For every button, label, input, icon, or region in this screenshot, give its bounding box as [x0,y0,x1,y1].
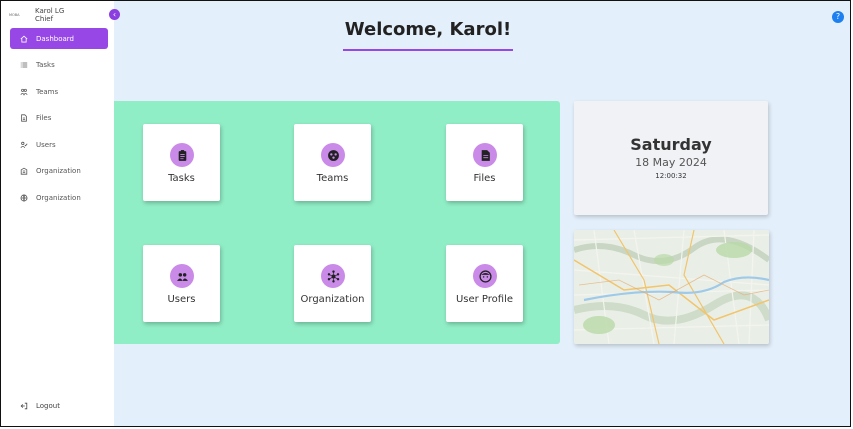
sidebar-item-dashboard[interactable]: Dashboard [10,28,108,49]
sidebar-nav: Dashboard Tasks Teams Files Users Organi… [10,28,108,214]
hub-icon [321,264,345,288]
tile-teams[interactable]: Teams [294,124,371,201]
tile-files[interactable]: Files [446,124,523,201]
user-role: Chief [35,15,54,23]
document-icon [473,143,497,167]
tile-label: Files [473,173,496,184]
building-icon [19,167,28,176]
current-time: 12:00:32 [655,172,687,180]
current-date: 18 May 2024 [635,156,707,169]
sidebar-item-label: Dashboard [36,34,74,43]
brand-logo: MOBA [9,13,20,17]
tile-label: Tasks [168,173,195,184]
tile-tasks[interactable]: Tasks [143,124,220,201]
app-frame: MOBA Karol LG Chief Dashboard Tasks Team… [0,0,851,427]
sidebar-item-label: Files [36,114,52,122]
page-title: Welcome, Karol! [344,19,512,40]
logout-icon [19,401,28,410]
face-icon [473,264,497,288]
clipboard-icon [170,143,194,167]
sidebar-item-files[interactable]: Files [10,108,108,129]
tile-label: Organization [300,294,365,305]
logout-button[interactable]: Logout [19,401,60,410]
map-widget[interactable] [574,230,769,344]
quick-links-panel: Tasks Teams Files Users Organization Use… [114,101,560,344]
logout-label: Logout [36,401,60,410]
sidebar-item-label: Tasks [36,61,55,69]
sidebar: MOBA Karol LG Chief Dashboard Tasks Team… [1,1,114,426]
tile-label: User Profile [455,294,514,305]
tile-label: Teams [316,173,349,184]
list-icon [19,61,28,70]
day-of-week: Saturday [630,135,712,154]
sidebar-item-label: Organization [36,193,81,202]
user-name: Karol LG [35,7,65,15]
sidebar-item-users[interactable]: Users [10,134,108,155]
collapse-sidebar-button[interactable]: ‹ [109,9,120,20]
sidebar-item-tasks[interactable]: Tasks [10,55,108,76]
sidebar-item-label: Teams [36,87,59,96]
sidebar-item-organization-2[interactable]: Organization [10,187,108,208]
file-icon [19,114,28,123]
help-button[interactable]: ? [832,11,844,23]
sidebar-item-organization[interactable]: Organization [10,161,108,182]
sidebar-item-teams[interactable]: Teams [10,81,108,102]
sidebar-item-label: Users [36,140,56,149]
tile-label: Users [167,294,196,305]
globe-icon [19,193,28,202]
tile-user-profile[interactable]: User Profile [446,245,523,322]
brand: MOBA Karol LG Chief [9,7,64,23]
date-card: Saturday 18 May 2024 12:00:32 [574,101,768,215]
teams-icon [321,143,345,167]
sidebar-item-label: Organization [36,167,81,175]
tile-users[interactable]: Users [143,245,220,322]
users-icon [170,264,194,288]
title-underline [343,49,513,51]
user-icon [19,140,28,149]
home-icon [19,34,28,43]
tile-organization[interactable]: Organization [294,245,371,322]
team-icon [19,87,28,96]
